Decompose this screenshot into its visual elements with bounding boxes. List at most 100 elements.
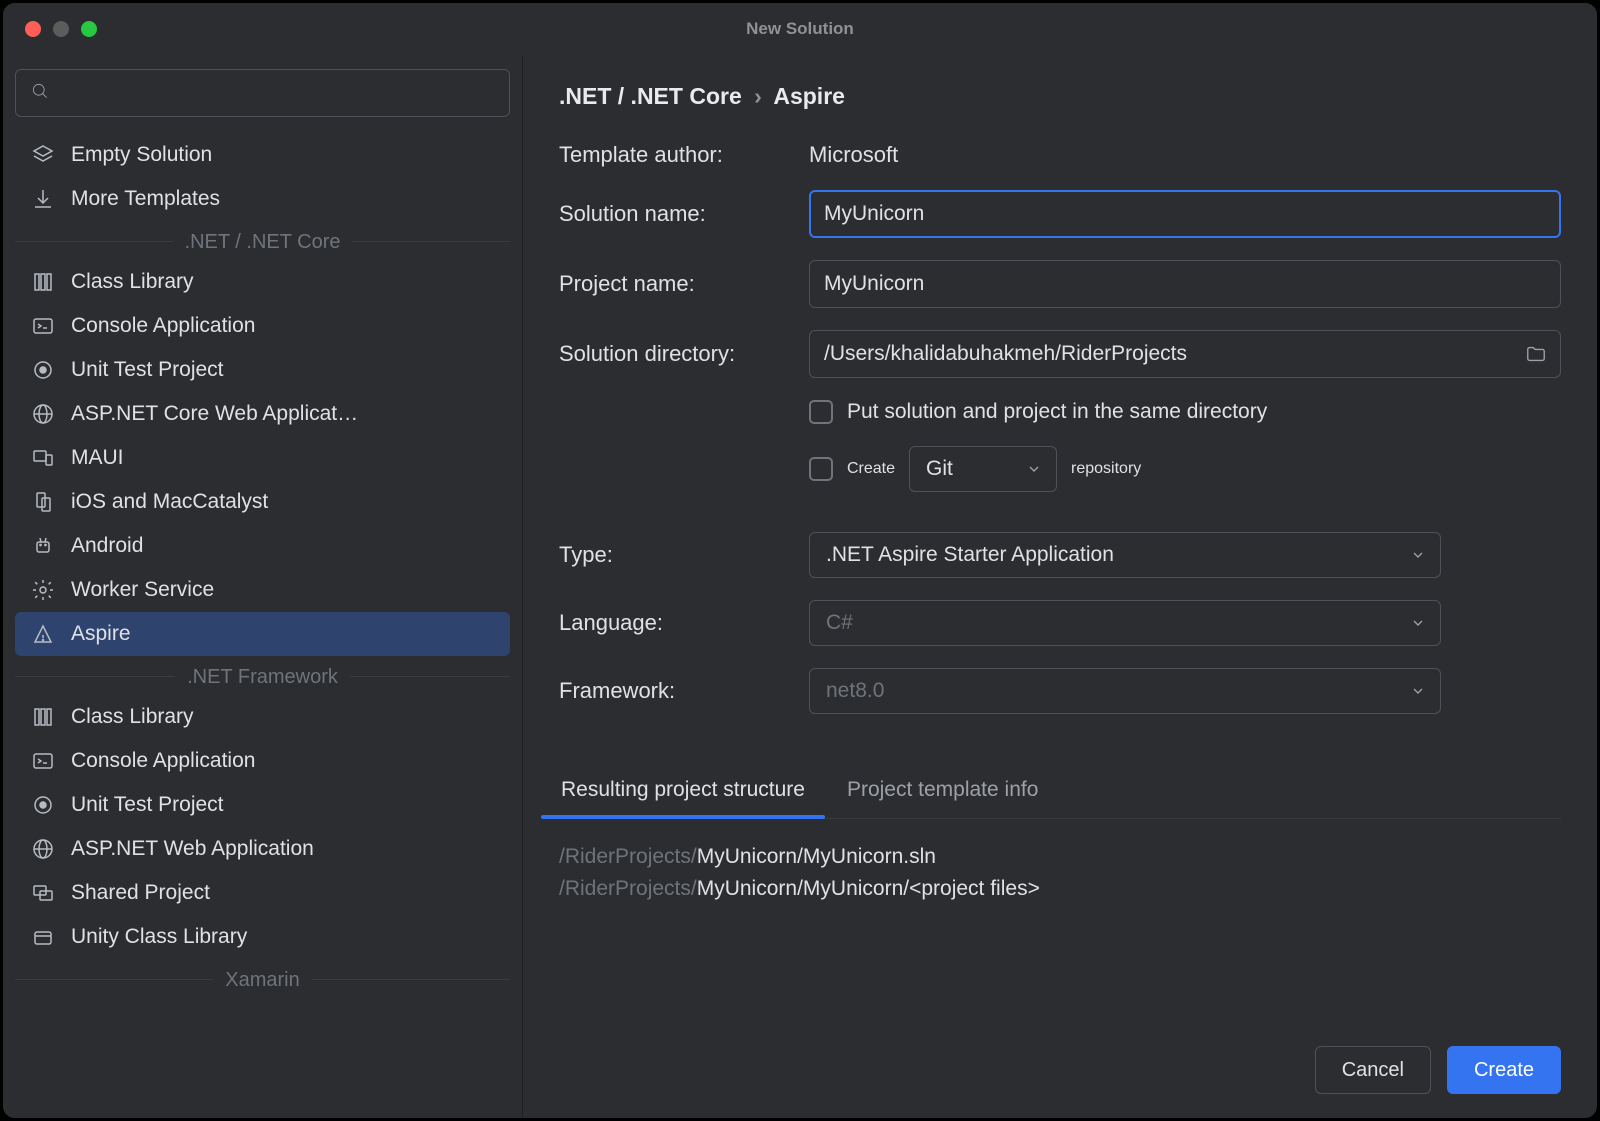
android-icon — [31, 534, 55, 558]
sidebar-item-maui[interactable]: MAUI — [15, 436, 510, 480]
window-controls — [3, 21, 97, 37]
globe-icon — [31, 837, 55, 861]
section-header: Xamarin — [15, 959, 510, 998]
window-title: New Solution — [3, 19, 1597, 39]
sidebar-item-more-templates[interactable]: More Templates — [15, 177, 510, 221]
minimize-window-button[interactable] — [53, 21, 69, 37]
shared-icon — [31, 881, 55, 905]
sidebar-item-console-application[interactable]: Console Application — [15, 739, 510, 783]
language-label: Language: — [559, 610, 809, 636]
zoom-window-button[interactable] — [81, 21, 97, 37]
author-label: Template author: — [559, 142, 809, 168]
search-input[interactable] — [60, 82, 495, 104]
author-value: Microsoft — [809, 142, 1561, 168]
sidebar-item-asp-net-core-web-applicat[interactable]: ASP.NET Core Web Applicat… — [15, 392, 510, 436]
section-header: .NET / .NET Core — [15, 221, 510, 260]
breadcrumb: .NET / .NET Core › Aspire — [559, 83, 1561, 110]
chevron-down-icon — [1410, 547, 1426, 563]
chevron-down-icon — [1410, 683, 1426, 699]
repo-label: repository — [1071, 460, 1141, 478]
project-name-input[interactable] — [809, 260, 1561, 308]
sidebar-item-label: ASP.NET Web Application — [71, 837, 314, 861]
cancel-button[interactable]: Cancel — [1315, 1046, 1431, 1094]
sidebar-item-worker-service[interactable]: Worker Service — [15, 568, 510, 612]
template-sidebar: Empty Solution More Templates .NET / .NET … — [3, 55, 523, 1118]
sidebar-item-label: Console Application — [71, 314, 255, 338]
solution-name-input[interactable] — [809, 190, 1561, 238]
sidebar-item-label: Unit Test Project — [71, 793, 224, 817]
section-header: .NET Framework — [15, 656, 510, 695]
sidebar-item-shared-project[interactable]: Shared Project — [15, 871, 510, 915]
flask-icon — [31, 793, 55, 817]
unity-icon — [31, 925, 55, 949]
project-structure: /RiderProjects/MyUnicorn/MyUnicorn.sln /… — [559, 841, 1561, 904]
tab-structure[interactable]: Resulting project structure — [559, 766, 807, 818]
sidebar-item-label: Unity Class Library — [71, 925, 247, 949]
gear-icon — [31, 578, 55, 602]
sidebar-item-label: Worker Service — [71, 578, 214, 602]
sidebar-item-console-application[interactable]: Console Application — [15, 304, 510, 348]
solution-dir-input[interactable] — [809, 330, 1561, 378]
devices-icon — [31, 446, 55, 470]
mobile-icon — [31, 490, 55, 514]
same-directory-checkbox[interactable] — [809, 400, 833, 424]
form-panel: .NET / .NET Core › Aspire Template autho… — [523, 55, 1597, 1118]
sidebar-item-label: Aspire — [71, 622, 131, 646]
sidebar-item-label: Class Library — [71, 705, 194, 729]
create-label: Create — [847, 460, 895, 478]
sidebar-item-unit-test-project[interactable]: Unit Test Project — [15, 783, 510, 827]
new-solution-window: New Solution Empty Solution More Template… — [3, 3, 1597, 1118]
sidebar-item-android[interactable]: Android — [15, 524, 510, 568]
vcs-select[interactable]: Git — [909, 446, 1057, 492]
dialog-footer: Cancel Create — [559, 1026, 1561, 1094]
library-icon — [31, 705, 55, 729]
type-select[interactable]: .NET Aspire Starter Application — [809, 532, 1441, 578]
sidebar-item-aspire[interactable]: Aspire — [15, 612, 510, 656]
type-label: Type: — [559, 542, 809, 568]
solution-dir-label: Solution directory: — [559, 341, 809, 367]
globe-icon — [31, 402, 55, 426]
search-icon — [30, 81, 50, 106]
same-directory-label: Put solution and project in the same dir… — [847, 400, 1267, 424]
sidebar-item-label: Shared Project — [71, 881, 210, 905]
sidebar-item-unit-test-project[interactable]: Unit Test Project — [15, 348, 510, 392]
chevron-down-icon — [1410, 615, 1426, 631]
folder-icon[interactable] — [1525, 343, 1547, 365]
sidebar-item-ios-and-maccatalyst[interactable]: iOS and MacCatalyst — [15, 480, 510, 524]
create-button[interactable]: Create — [1447, 1046, 1561, 1094]
create-repo-checkbox[interactable] — [809, 457, 833, 481]
info-tabs: Resulting project structure Project temp… — [559, 766, 1561, 819]
close-window-button[interactable] — [25, 21, 41, 37]
project-name-label: Project name: — [559, 271, 809, 297]
sidebar-item-unity-class-library[interactable]: Unity Class Library — [15, 915, 510, 959]
tab-template-info[interactable]: Project template info — [845, 766, 1040, 818]
sidebar-item-class-library[interactable]: Class Library — [15, 695, 510, 739]
language-select[interactable]: C# — [809, 600, 1441, 646]
sidebar-item-label: Android — [71, 534, 143, 558]
sidebar-item-label: Class Library — [71, 270, 194, 294]
framework-label: Framework: — [559, 678, 809, 704]
chevron-down-icon — [1026, 461, 1042, 477]
sidebar-item-label: Empty Solution — [71, 143, 212, 167]
framework-select[interactable]: net8.0 — [809, 668, 1441, 714]
sidebar-item-label: Console Application — [71, 749, 255, 773]
sidebar-item-empty-solution[interactable]: Empty Solution — [15, 133, 510, 177]
sidebar-item-label: ASP.NET Core Web Applicat… — [71, 402, 358, 426]
sidebar-item-asp-net-web-application[interactable]: ASP.NET Web Application — [15, 827, 510, 871]
breadcrumb-part: Aspire — [773, 83, 845, 109]
sidebar-item-class-library[interactable]: Class Library — [15, 260, 510, 304]
template-search[interactable] — [15, 69, 510, 117]
template-list: Empty Solution More Templates .NET / .NET … — [15, 133, 510, 1118]
console-icon — [31, 749, 55, 773]
sidebar-item-label: MAUI — [71, 446, 124, 470]
flask-icon — [31, 358, 55, 382]
breadcrumb-part: .NET / .NET Core — [559, 83, 742, 109]
sidebar-item-label: iOS and MacCatalyst — [71, 490, 268, 514]
library-icon — [31, 270, 55, 294]
download-icon — [31, 187, 55, 211]
solution-name-label: Solution name: — [559, 201, 809, 227]
sidebar-item-label: Unit Test Project — [71, 358, 224, 382]
sidebar-item-label: More Templates — [71, 187, 220, 211]
empty-solution-icon — [31, 143, 55, 167]
console-icon — [31, 314, 55, 338]
